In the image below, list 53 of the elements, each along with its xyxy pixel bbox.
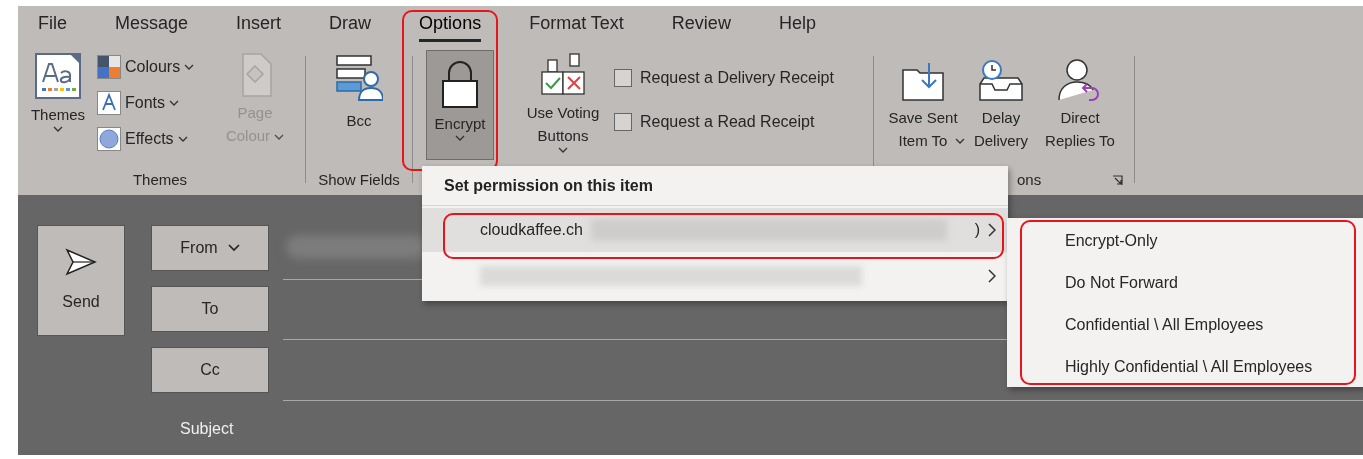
themes-icon bbox=[34, 52, 82, 100]
dropdown-chevron-icon bbox=[184, 64, 195, 70]
group-label: ons bbox=[1017, 169, 1042, 190]
ballot-boxes-icon bbox=[540, 52, 586, 98]
ribbon-button[interactable]: Bcc bbox=[335, 54, 383, 132]
ribbon-tab[interactable]: Insert bbox=[236, 10, 282, 42]
ribbon-tab[interactable]: Options bbox=[419, 10, 482, 42]
field-button[interactable]: Cc bbox=[151, 347, 269, 393]
encrypt-button[interactable]: Encrypt bbox=[426, 50, 494, 160]
ribbon-menu-button[interactable]: Effects bbox=[97, 124, 209, 154]
menu-item[interactable]: Do Not Forward bbox=[1065, 270, 1363, 293]
padlock-icon bbox=[440, 59, 480, 109]
menu-item[interactable]: cloudkaffee.ch ) bbox=[422, 208, 1008, 252]
circle-effect-icon bbox=[97, 127, 121, 151]
menu-heading: Set permission on this item bbox=[444, 175, 653, 196]
dialog-launcher-icon bbox=[1112, 174, 1123, 186]
ribbon-tab[interactable]: File bbox=[38, 10, 67, 42]
dropdown-chevron-icon bbox=[274, 134, 285, 141]
dropdown-chevron-icon bbox=[955, 138, 965, 144]
bcc-icon bbox=[335, 54, 383, 102]
ribbon-tab[interactable]: Draw bbox=[329, 10, 372, 42]
ribbon-button[interactable]: Use Voting Buttons bbox=[520, 52, 606, 153]
send-button[interactable]: Send bbox=[37, 225, 125, 336]
ribbon-button[interactable]: Save Sent Item To bbox=[883, 52, 963, 152]
ribbon-tab[interactable]: Format Text bbox=[529, 10, 624, 42]
menu-item[interactable]: Encrypt-Only bbox=[1065, 228, 1363, 251]
dropdown-chevron-icon bbox=[558, 147, 568, 153]
dropdown-chevron-icon bbox=[177, 136, 188, 142]
dropdown-chevron-icon bbox=[53, 126, 63, 132]
field-button[interactable]: From bbox=[151, 225, 269, 271]
dropdown-chevron-icon bbox=[169, 100, 179, 106]
subject-label: Subject bbox=[180, 419, 234, 439]
ribbon-menu-button[interactable]: Fonts bbox=[97, 88, 209, 118]
menu-item[interactable]: Confidential \ All Employees bbox=[1065, 312, 1363, 335]
ribbon-menu-button[interactable]: Colours bbox=[97, 52, 209, 82]
font-letter-icon bbox=[97, 91, 121, 115]
dropdown-chevron-icon bbox=[455, 135, 465, 141]
receipt-checkbox[interactable]: Request a Read Receipt bbox=[614, 110, 834, 134]
group-label: Show Fields bbox=[318, 169, 400, 190]
menu-item[interactable]: Highly Confidential \ All Employees bbox=[1065, 354, 1363, 377]
ribbon-button[interactable]: Direct Replies To bbox=[1039, 52, 1121, 152]
menu-item-suffix: ) bbox=[974, 220, 980, 240]
group-label: Themes bbox=[132, 169, 188, 190]
ribbon-button[interactable]: Themes bbox=[26, 52, 90, 132]
dropdown-chevron-icon bbox=[227, 244, 240, 252]
ribbon-button[interactable]: Delay Delivery bbox=[969, 52, 1033, 152]
ribbon-tab[interactable]: Review bbox=[671, 10, 731, 42]
ribbon-tab[interactable]: Help bbox=[778, 10, 816, 42]
receipt-checkbox[interactable]: Request a Delivery Receipt bbox=[614, 66, 834, 90]
ribbon-tab[interactable]: Message bbox=[115, 10, 189, 42]
colour-swatch-icon bbox=[97, 55, 121, 79]
field-button[interactable]: To bbox=[151, 286, 269, 332]
send-icon bbox=[65, 247, 97, 276]
